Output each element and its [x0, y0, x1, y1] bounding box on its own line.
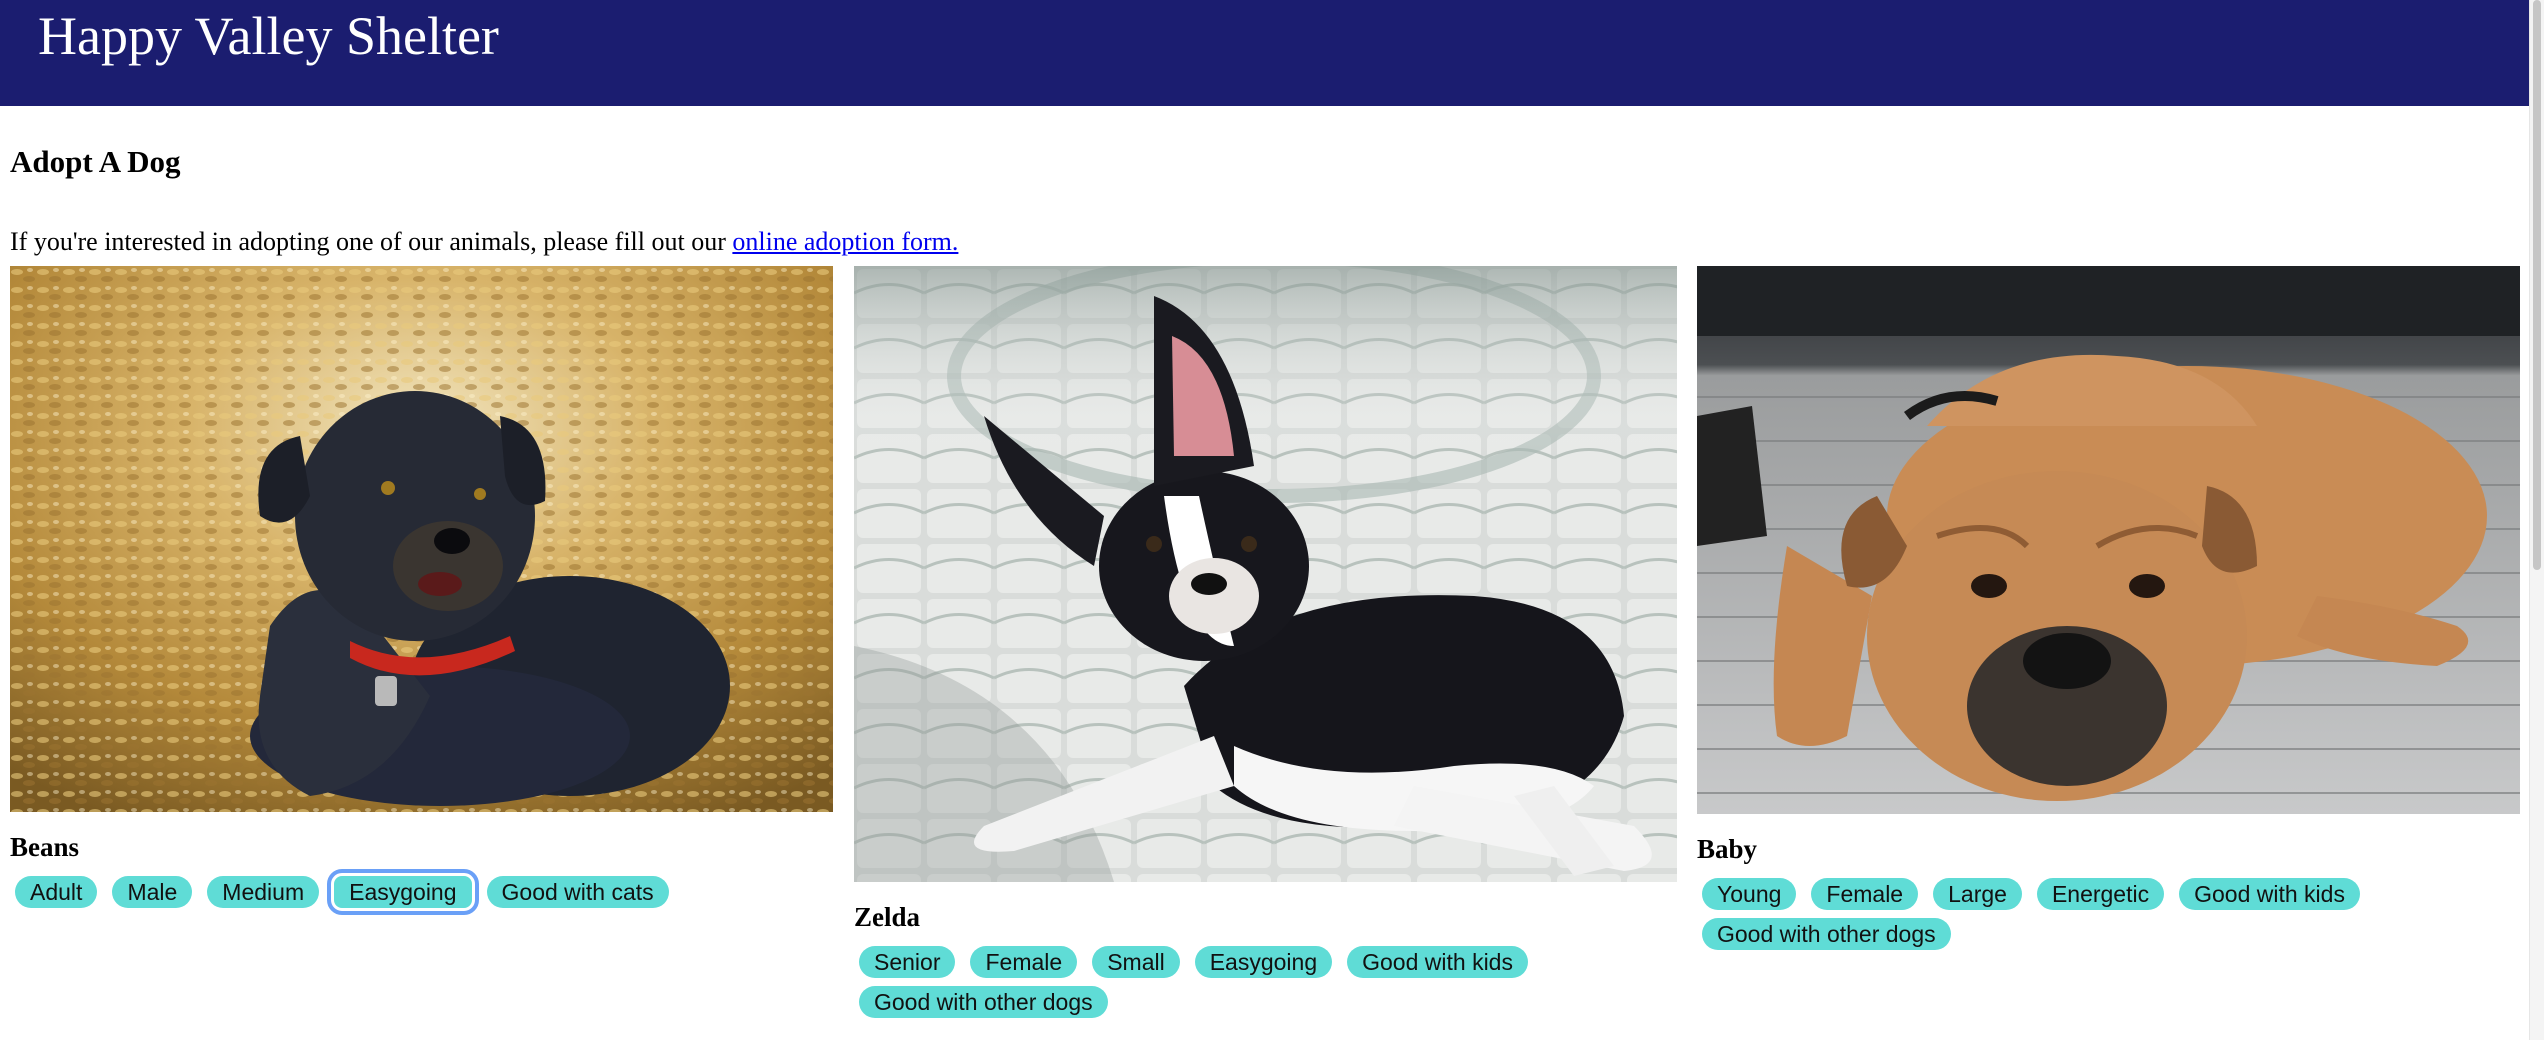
intro-text: If you're interested in adopting one of …	[10, 227, 733, 256]
tag-senior[interactable]: Senior	[859, 946, 956, 978]
dog-name-baby: Baby	[1697, 834, 1758, 864]
dog-card-zelda: Zelda Senior Female Small Easygoing Good…	[854, 266, 1677, 1018]
scrollbar-thumb[interactable]	[2533, 0, 2541, 570]
intro-paragraph: If you're interested in adopting one of …	[10, 224, 958, 260]
tag-good-with-other-dogs[interactable]: Good with other dogs	[859, 986, 1108, 1018]
page: Happy Valley Shelter Adopt A Dog If you'…	[0, 0, 2544, 1040]
dog-name-beans: Beans	[10, 832, 80, 862]
dog-card-baby: Baby Young Female Large Energetic Good w…	[1697, 266, 2520, 950]
adoption-form-link[interactable]: online adoption form.	[732, 227, 958, 256]
page-heading: Adopt A Dog	[10, 144, 181, 179]
tag-large[interactable]: Large	[1933, 878, 2022, 910]
tag-energetic[interactable]: Energetic	[2036, 878, 2165, 910]
tag-easygoing-focused[interactable]: Easygoing	[327, 869, 479, 915]
tag-female[interactable]: Female	[970, 946, 1078, 978]
dog-photo-zelda	[854, 266, 1677, 882]
site-header: Happy Valley Shelter	[0, 0, 2530, 106]
vertical-scrollbar[interactable]	[2529, 0, 2544, 1040]
tag-good-with-other-dogs[interactable]: Good with other dogs	[1702, 918, 1951, 950]
tag-male[interactable]: Male	[112, 876, 193, 908]
tag-easygoing[interactable]: Easygoing	[1194, 946, 1333, 978]
tag-adult[interactable]: Adult	[15, 876, 98, 908]
tag-female[interactable]: Female	[1811, 878, 1919, 910]
tag-medium[interactable]: Medium	[207, 876, 320, 908]
tag-good-with-kids[interactable]: Good with kids	[1347, 946, 1528, 978]
dog-card-beans: Beans Adult Male Medium Easygoing Good w…	[10, 266, 833, 915]
dog-photo-beans	[10, 266, 833, 812]
tag-good-with-cats[interactable]: Good with cats	[486, 876, 669, 908]
tag-good-with-kids[interactable]: Good with kids	[2179, 878, 2360, 910]
dog-tags-baby: Young Female Large Energetic Good with k…	[1697, 878, 2520, 950]
tag-small[interactable]: Small	[1092, 946, 1180, 978]
dog-tags-zelda: Senior Female Small Easygoing Good with …	[854, 946, 1677, 1018]
dog-name-zelda: Zelda	[854, 902, 921, 932]
dog-tags-beans: Adult Male Medium Easygoing Good with ca…	[10, 869, 833, 915]
site-title: Happy Valley Shelter	[38, 6, 499, 66]
tag-young[interactable]: Young	[1702, 878, 1797, 910]
dog-photo-baby	[1697, 266, 2520, 814]
